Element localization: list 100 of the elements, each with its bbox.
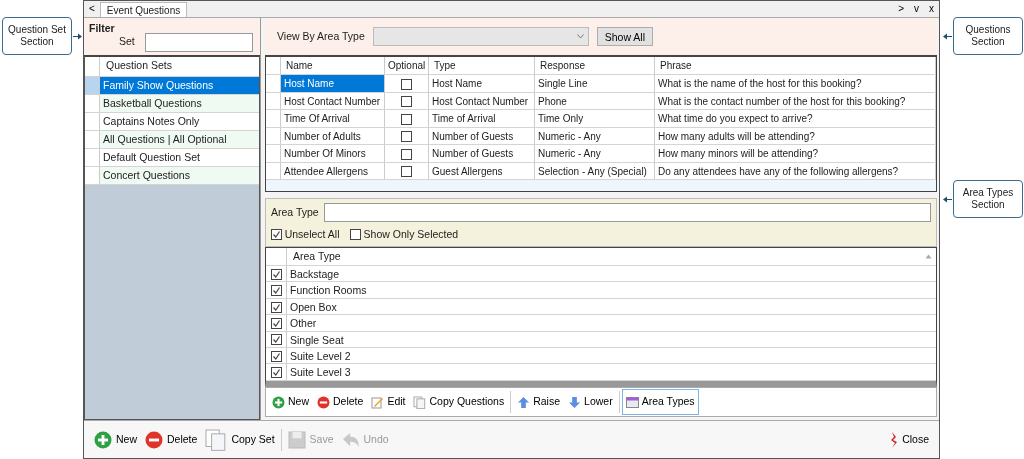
checkbox[interactable] (270, 317, 282, 329)
sort-up-icon (925, 254, 932, 259)
checkbox[interactable] (401, 148, 412, 160)
checkbox[interactable] (270, 268, 282, 280)
checkbox[interactable] (270, 301, 282, 313)
table-cell: Host Name (429, 75, 535, 92)
remove-icon (145, 430, 163, 449)
area-type-field[interactable] (323, 203, 931, 222)
checkbox[interactable] (270, 285, 282, 297)
down-arrow-icon (568, 395, 582, 409)
table-cell: Numeric - Any (535, 127, 655, 144)
toolbar-button[interactable]: Copy Questions (409, 389, 509, 415)
table-cell: Single Line (535, 75, 655, 92)
toolbar-button[interactable]: Copy Set (201, 426, 279, 453)
arrow-icon (943, 196, 952, 203)
window-icon (625, 395, 639, 409)
list-item[interactable]: Basketball Questions (100, 95, 259, 112)
checkbox[interactable] (350, 229, 361, 241)
toolbar-button[interactable]: Raise (513, 389, 565, 415)
remove-icon (317, 395, 330, 409)
chevron-down-icon (576, 34, 584, 39)
checkbox[interactable] (401, 113, 412, 125)
checkbox[interactable] (270, 367, 282, 379)
toolbar-button[interactable]: Delete (313, 389, 368, 415)
checkbox-label: Show Only Selected (363, 227, 459, 242)
up-arrow-icon (517, 395, 531, 409)
table-cell[interactable]: Attendee Allergens (281, 162, 385, 179)
set-label: Set (119, 34, 135, 50)
column-header: Optional (385, 57, 429, 74)
table-cell[interactable]: Host Name (281, 75, 385, 92)
column-header: Question Sets (105, 58, 173, 73)
close-button[interactable]: Close (886, 429, 933, 450)
exit-icon (890, 431, 899, 448)
list-item[interactable]: Family Show Questions (100, 77, 259, 94)
table-cell: What is the contact number of the host for this booking? (655, 92, 936, 109)
callout-box: Question Set Section (2, 17, 72, 55)
table-cell: What is the name of the host for this booking? (655, 75, 936, 92)
table-cell[interactable]: Time Of Arrival (281, 110, 385, 127)
callout-box: Area Types Section (953, 180, 1023, 218)
table-cell: Selection - Any (Special) (535, 162, 655, 179)
toolbar-button[interactable]: New (90, 428, 141, 451)
checkbox[interactable] (270, 350, 282, 362)
checkbox[interactable] (270, 334, 282, 346)
table-cell: Guest Allergens (429, 162, 535, 179)
set-field[interactable] (144, 32, 253, 52)
list-item[interactable]: Concert Questions (100, 167, 259, 184)
copy-icon (205, 428, 228, 451)
save-icon (287, 430, 306, 449)
checkbox[interactable] (271, 229, 282, 241)
copy-icon (413, 395, 427, 409)
table-cell: Do any attendees have any of the following allergens? (655, 162, 936, 179)
table-cell: Time Only (535, 110, 655, 127)
toolbar-button[interactable]: Edit (367, 389, 410, 415)
table-cell[interactable]: Number of Adults (281, 127, 385, 144)
back-button[interactable]: < (84, 1, 100, 17)
table-cell: Host Contact Number (429, 92, 535, 109)
window-control-button[interactable]: x (924, 1, 939, 17)
column-header: Name (281, 57, 385, 74)
checkbox[interactable] (401, 131, 412, 143)
table-cell: Time of Arrival (429, 110, 535, 127)
add-icon (272, 395, 285, 409)
callout-box: Questions Section (953, 17, 1023, 55)
checkbox[interactable] (401, 166, 412, 178)
tab[interactable]: Event Questions (99, 2, 188, 17)
view-by-label: View By Area Type (277, 28, 365, 44)
window-control-button[interactable]: > (893, 1, 909, 17)
checkbox[interactable] (401, 78, 412, 90)
column-header: Phrase (655, 57, 936, 74)
column-header: Response (535, 57, 655, 74)
toolbar-button[interactable]: Lower (564, 389, 617, 415)
filter-title: Filter (89, 21, 116, 36)
checkbox-label: Unselect All (284, 227, 340, 242)
table-cell: Phone (535, 92, 655, 109)
table-cell-text: Single Seat (289, 332, 345, 347)
edit-icon (371, 395, 385, 409)
list-item[interactable]: All Questions | All Optional (100, 131, 259, 148)
table-cell-text: Function Rooms (289, 283, 368, 298)
show-all-button[interactable]: Show All (596, 27, 654, 46)
toolbar-button[interactable]: New (268, 389, 313, 415)
table-cell: Number of Guests (429, 127, 535, 144)
table-cell-text: Open Box (289, 299, 338, 315)
arrow-icon (73, 33, 82, 40)
table-cell: Number of Guests (429, 145, 535, 162)
add-icon (94, 430, 112, 449)
area-type-label: Area Type (271, 204, 319, 220)
window-control-button[interactable]: v (909, 1, 924, 17)
table-cell: How many minors will be attending? (655, 145, 936, 162)
table-cell-text: Other (289, 316, 318, 331)
arrow-icon (943, 33, 952, 40)
table-cell: How many adults will be attending? (655, 127, 936, 144)
column-header: Type (429, 57, 535, 74)
checkbox[interactable] (401, 96, 412, 108)
table-cell[interactable]: Number Of Minors (281, 145, 385, 162)
table-cell: Numeric - Any (535, 145, 655, 162)
table-cell-text: Backstage (289, 267, 341, 282)
table-cell: What time do you expect to arrive? (655, 110, 936, 127)
toolbar-button[interactable]: Area Types (621, 389, 699, 415)
toolbar-button[interactable]: Delete (141, 428, 202, 451)
table-cell-text: Suite Level 2 (289, 348, 352, 364)
table-cell[interactable]: Host Contact Number (281, 92, 385, 109)
